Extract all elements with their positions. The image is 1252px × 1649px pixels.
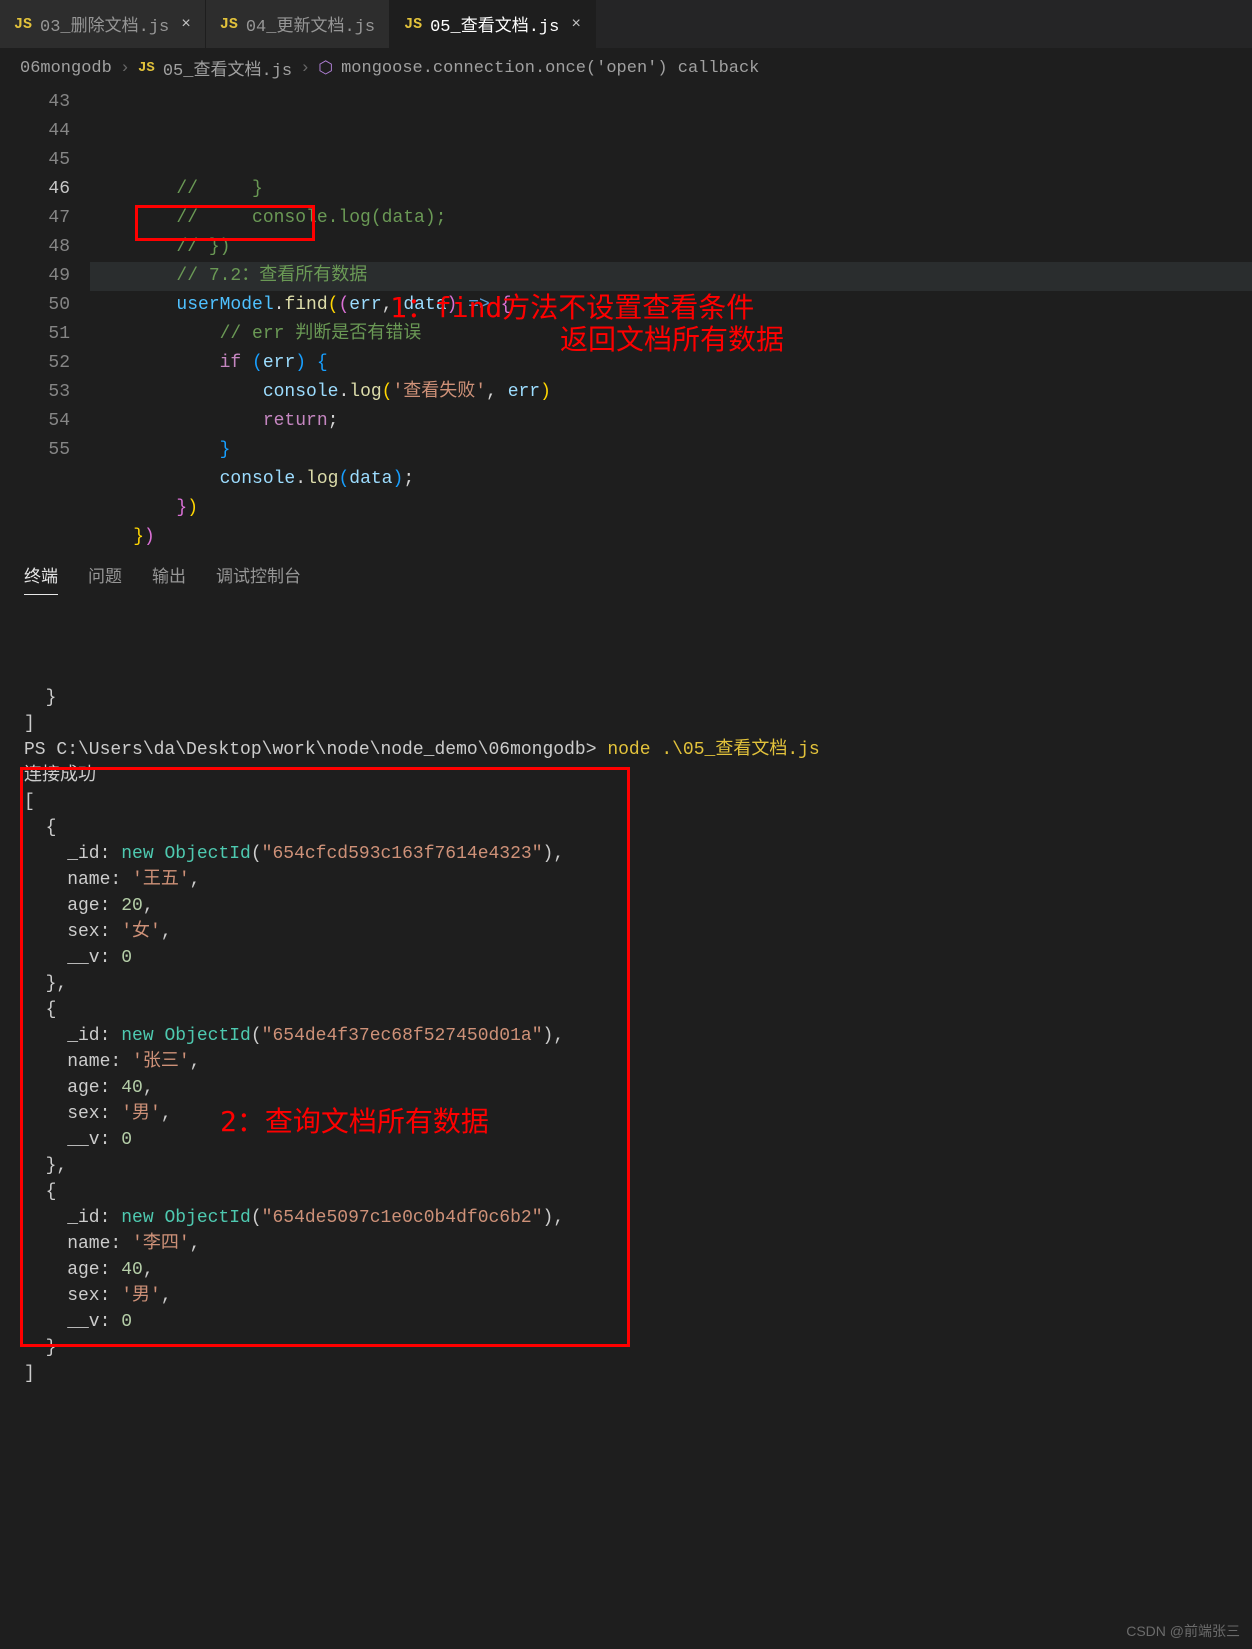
code-editor[interactable]: 43444546474849505152535455 // } // conso… bbox=[0, 88, 1252, 552]
line-number: 51 bbox=[0, 320, 70, 349]
line-number: 50 bbox=[0, 291, 70, 320]
terminal-line: } bbox=[24, 1335, 1228, 1361]
chevron-right-icon: › bbox=[120, 59, 130, 78]
terminal-line: __v: 0 bbox=[24, 1127, 1228, 1153]
terminal-line: }, bbox=[24, 1153, 1228, 1179]
line-number: 54 bbox=[0, 407, 70, 436]
line-number: 49 bbox=[0, 262, 70, 291]
method-icon: ⬡ bbox=[318, 58, 333, 79]
js-file-icon: JS bbox=[220, 16, 238, 33]
line-number: 45 bbox=[0, 146, 70, 175]
terminal-line: age: 40, bbox=[24, 1075, 1228, 1101]
line-number-gutter: 43444546474849505152535455 bbox=[0, 88, 90, 552]
editor-tab[interactable]: JS 04_更新文档.js bbox=[206, 0, 390, 48]
terminal-line: age: 40, bbox=[24, 1257, 1228, 1283]
terminal-line: name: '张三', bbox=[24, 1049, 1228, 1075]
watermark: CSDN @前端张三 bbox=[1126, 1621, 1240, 1641]
tab-label: 05_查看文档.js bbox=[430, 11, 559, 37]
terminal-line: { bbox=[24, 1179, 1228, 1205]
code-line[interactable]: // 7.2：查看所有数据 bbox=[90, 262, 1252, 291]
terminal-line: _id: new ObjectId("654de4f37ec68f527450d… bbox=[24, 1023, 1228, 1049]
close-icon[interactable]: × bbox=[571, 15, 581, 33]
code-line[interactable]: userModel.find((err, data) => { bbox=[90, 291, 1252, 320]
terminal-line: sex: '男', bbox=[24, 1101, 1228, 1127]
panel-tabs: 终端问题输出调试控制台 bbox=[0, 552, 1252, 599]
editor-tab[interactable]: JS 05_查看文档.js × bbox=[390, 0, 596, 48]
line-number: 44 bbox=[0, 117, 70, 146]
breadcrumb-folder[interactable]: 06mongodb bbox=[20, 59, 112, 78]
code-line[interactable]: // err 判断是否有错误 bbox=[90, 320, 1252, 349]
code-area[interactable]: // } // console.log(data); // }) // 7.2：… bbox=[90, 88, 1252, 552]
terminal-line: _id: new ObjectId("654cfcd593c163f7614e4… bbox=[24, 841, 1228, 867]
panel-tab[interactable]: 问题 bbox=[88, 562, 122, 595]
code-line[interactable]: // } bbox=[90, 175, 1252, 204]
terminal-line: PS C:\Users\da\Desktop\work\node\node_de… bbox=[24, 737, 1228, 763]
terminal-line: sex: '女', bbox=[24, 919, 1228, 945]
code-line[interactable]: // }) bbox=[90, 233, 1252, 262]
line-number: 55 bbox=[0, 436, 70, 465]
line-number: 48 bbox=[0, 233, 70, 262]
js-file-icon: JS bbox=[138, 60, 155, 76]
js-file-icon: JS bbox=[404, 16, 422, 33]
breadcrumb: 06mongodb › JS 05_查看文档.js › ⬡ mongoose.c… bbox=[0, 48, 1252, 88]
terminal-line: __v: 0 bbox=[24, 1309, 1228, 1335]
tab-label: 03_删除文档.js bbox=[40, 11, 169, 37]
editor-tab[interactable]: JS 03_删除文档.js × bbox=[0, 0, 206, 48]
terminal-line: }, bbox=[24, 971, 1228, 997]
chevron-right-icon: › bbox=[300, 59, 310, 78]
js-file-icon: JS bbox=[14, 16, 32, 33]
terminal-line: name: '王五', bbox=[24, 867, 1228, 893]
terminal-line: ] bbox=[24, 711, 1228, 737]
breadcrumb-file[interactable]: 05_查看文档.js bbox=[163, 55, 292, 81]
close-icon[interactable]: × bbox=[181, 15, 191, 33]
terminal-line: [ bbox=[24, 789, 1228, 815]
terminal-panel[interactable]: 2：查询文档所有数据 }]PS C:\Users\da\Desktop\work… bbox=[0, 599, 1252, 1411]
line-number: 53 bbox=[0, 378, 70, 407]
terminal-line: sex: '男', bbox=[24, 1283, 1228, 1309]
terminal-line: age: 20, bbox=[24, 893, 1228, 919]
terminal-line: _id: new ObjectId("654de5097c1e0c0b4df0c… bbox=[24, 1205, 1228, 1231]
terminal-line: __v: 0 bbox=[24, 945, 1228, 971]
code-line[interactable]: console.log(data); bbox=[90, 465, 1252, 494]
terminal-line: } bbox=[24, 685, 1228, 711]
terminal-line: { bbox=[24, 997, 1228, 1023]
code-line[interactable]: }) bbox=[90, 494, 1252, 523]
code-line[interactable]: return; bbox=[90, 407, 1252, 436]
code-line[interactable]: console.log('查看失败', err) bbox=[90, 378, 1252, 407]
line-number: 43 bbox=[0, 88, 70, 117]
panel-tab[interactable]: 输出 bbox=[152, 562, 186, 595]
editor-tabs: JS 03_删除文档.js × JS 04_更新文档.js JS 05_查看文档.js × bbox=[0, 0, 1252, 48]
line-number: 46 bbox=[0, 175, 70, 204]
tab-label: 04_更新文档.js bbox=[246, 11, 375, 37]
terminal-line: ] bbox=[24, 1361, 1228, 1387]
terminal-line: { bbox=[24, 815, 1228, 841]
line-number: 47 bbox=[0, 204, 70, 233]
line-number: 52 bbox=[0, 349, 70, 378]
code-line[interactable]: }) bbox=[90, 523, 1252, 552]
code-line[interactable]: // console.log(data); bbox=[90, 204, 1252, 233]
terminal-line: name: '李四', bbox=[24, 1231, 1228, 1257]
code-line[interactable]: } bbox=[90, 436, 1252, 465]
panel-tab[interactable]: 调试控制台 bbox=[216, 562, 301, 595]
terminal-line: 连接成功 bbox=[24, 763, 1228, 789]
breadcrumb-symbol[interactable]: mongoose.connection.once('open') callbac… bbox=[341, 59, 759, 78]
panel-tab[interactable]: 终端 bbox=[24, 562, 58, 595]
code-line[interactable]: if (err) { bbox=[90, 349, 1252, 378]
